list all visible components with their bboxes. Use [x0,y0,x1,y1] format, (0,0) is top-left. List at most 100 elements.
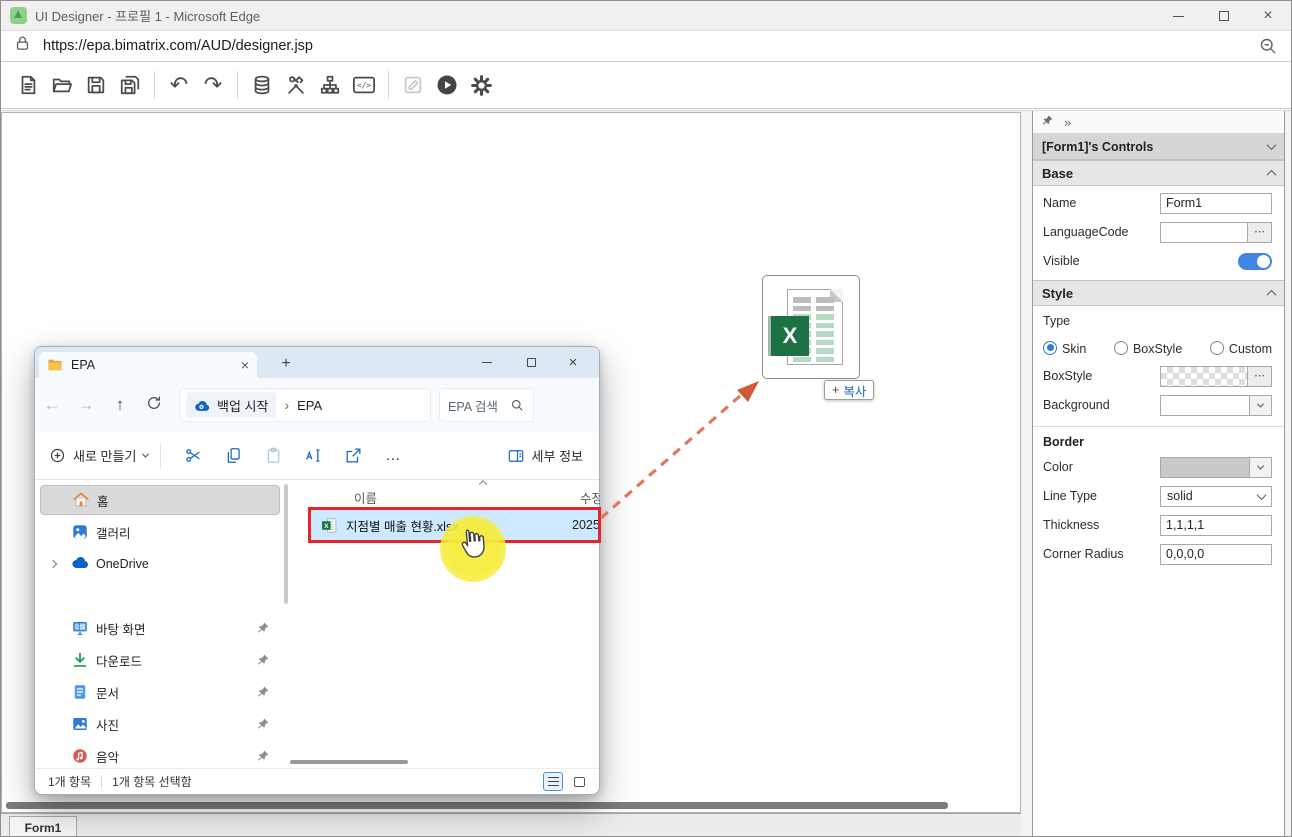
background-dropdown-button[interactable] [1250,395,1272,416]
border-color-swatch[interactable] [1160,457,1250,478]
explorer-close-button[interactable]: × [553,347,593,377]
explorer-tab-strip: EPA × + × [35,347,599,378]
open-folder-button[interactable] [47,70,77,100]
new-item-button[interactable]: 새로 만들기 [49,446,148,465]
boxstyle-ellipsis-button[interactable]: ⋯ [1248,366,1272,387]
hierarchy-button[interactable] [315,70,345,100]
explorer-minimize-button[interactable] [467,347,507,377]
pin-icon[interactable] [1041,114,1054,130]
tools-button[interactable] [281,70,311,100]
plus-circle-icon [49,447,66,464]
code-view-button[interactable]: </></> [349,70,379,100]
new-tab-button[interactable]: + [273,351,299,377]
tab-form1[interactable]: Form1 [9,816,77,837]
languagecode-field[interactable] [1160,222,1248,243]
cut-button[interactable] [173,446,213,465]
list-view-button[interactable] [543,772,563,791]
linetype-select[interactable]: solid [1160,486,1272,507]
plus-icon: + [832,383,839,397]
chevron-down-icon [1267,140,1277,150]
breadcrumb[interactable]: 백업 시작 › EPA [179,388,431,422]
languagecode-row: LanguageCode ⋯ [1033,220,1284,244]
sidebar-item-documents[interactable]: 문서 [40,677,280,707]
url-text[interactable]: https://epa.bimatrix.com/AUD/designer.js… [43,38,313,54]
share-button[interactable] [333,446,373,465]
breadcrumb-backup-pill[interactable]: 백업 시작 [186,392,276,418]
maximize-button[interactable] [1203,1,1245,31]
url-bar[interactable]: https://epa.bimatrix.com/AUD/designer.js… [1,31,1291,62]
rename-button[interactable] [293,446,333,465]
sidebar-item-gallery[interactable]: 갤러리 [40,517,280,547]
border-color-dropdown-button[interactable] [1250,457,1272,478]
visible-toggle[interactable] [1238,253,1272,270]
explorer-maximize-button[interactable] [511,347,551,377]
redo-button[interactable]: ↷ [198,70,228,100]
up-icon[interactable]: ↑ [103,395,137,415]
save-all-button[interactable] [115,70,145,100]
radio-boxstyle[interactable]: BoxStyle [1114,341,1182,356]
run-button[interactable] [432,70,462,100]
collapse-panel-icon[interactable]: » [1064,115,1072,130]
sidebar-item-onedrive[interactable]: OneDrive [40,549,280,579]
corner-radius-field[interactable] [1160,544,1272,565]
back-icon: ← [35,395,69,415]
chevron-down-icon [1257,490,1267,500]
sidebar-item-home[interactable]: 홈 [40,485,280,515]
radio-skin[interactable]: Skin [1043,341,1086,356]
hand-cursor-icon [457,526,487,565]
new-file-button[interactable] [13,70,43,100]
thumbnail-view-button[interactable] [569,772,589,791]
column-name[interactable]: 이름 [354,488,377,507]
onedrive-backup-icon [194,399,211,412]
search-box[interactable]: EPA 검색 [439,388,534,422]
settings-gear-button[interactable] [466,70,496,100]
explorer-tab-epa[interactable]: EPA × [39,352,257,378]
file-name: 지점별 매출 현황.xlsx [346,516,458,535]
minimize-button[interactable] [1157,1,1199,31]
sidebar-item-music[interactable]: 음악 [40,741,280,771]
save-button[interactable] [81,70,111,100]
zoom-out-icon[interactable] [1258,36,1279,62]
search-placeholder: EPA 검색 [448,396,510,415]
boxstyle-swatch[interactable] [1160,366,1248,387]
breadcrumb-folder[interactable]: EPA [297,398,322,413]
folder-icon [47,358,63,372]
name-field[interactable] [1160,193,1272,214]
type-radio-group: Skin BoxStyle Custom [1033,337,1284,359]
toolbar-separator [388,71,389,99]
form-tab-bar: Form1 [1,813,1021,837]
radio-custom[interactable]: Custom [1210,341,1272,356]
app-logo-icon [10,7,27,24]
column-modified[interactable]: 수정한 날짜 [580,488,600,507]
dragged-excel-file[interactable]: X [762,275,860,379]
edit-button [398,70,428,100]
database-button[interactable] [247,70,277,100]
file-list-horizontal-scrollbar[interactable] [290,760,408,764]
sidebar-item-downloads[interactable]: 다운로드 [40,645,280,675]
background-swatch[interactable] [1160,395,1250,416]
svg-text:X: X [324,523,329,530]
details-pane-button[interactable]: 세부 정보 [507,446,583,465]
name-row: Name [1033,191,1284,215]
controls-pane-header[interactable]: [Form1]'s Controls [1033,134,1284,160]
base-section-header[interactable]: Base [1033,160,1284,186]
undo-button[interactable]: ↶ [164,70,194,100]
sidebar-item-pictures[interactable]: 사진 [40,709,280,739]
expand-chevron-icon[interactable] [49,560,57,568]
languagecode-ellipsis-button[interactable]: ⋯ [1248,222,1272,243]
music-icon [71,747,89,765]
close-button[interactable]: × [1247,1,1289,31]
sidebar-scrollbar[interactable] [284,484,288,604]
thickness-field[interactable] [1160,515,1272,536]
designer-toolbar: ↶ ↷ </></> [1,62,1291,109]
more-options-button[interactable]: … [373,447,413,464]
desktop-icon [71,619,89,637]
tab-close-icon[interactable]: × [241,357,249,373]
excel-file-icon: X [321,517,338,534]
style-section-header[interactable]: Style [1033,280,1284,306]
refresh-icon[interactable] [137,395,171,416]
canvas-horizontal-scrollbar[interactable] [6,802,948,809]
copy-button[interactable] [213,446,253,465]
details-pane-icon [507,447,525,465]
sidebar-item-desktop[interactable]: 바탕 화면 [40,613,280,643]
